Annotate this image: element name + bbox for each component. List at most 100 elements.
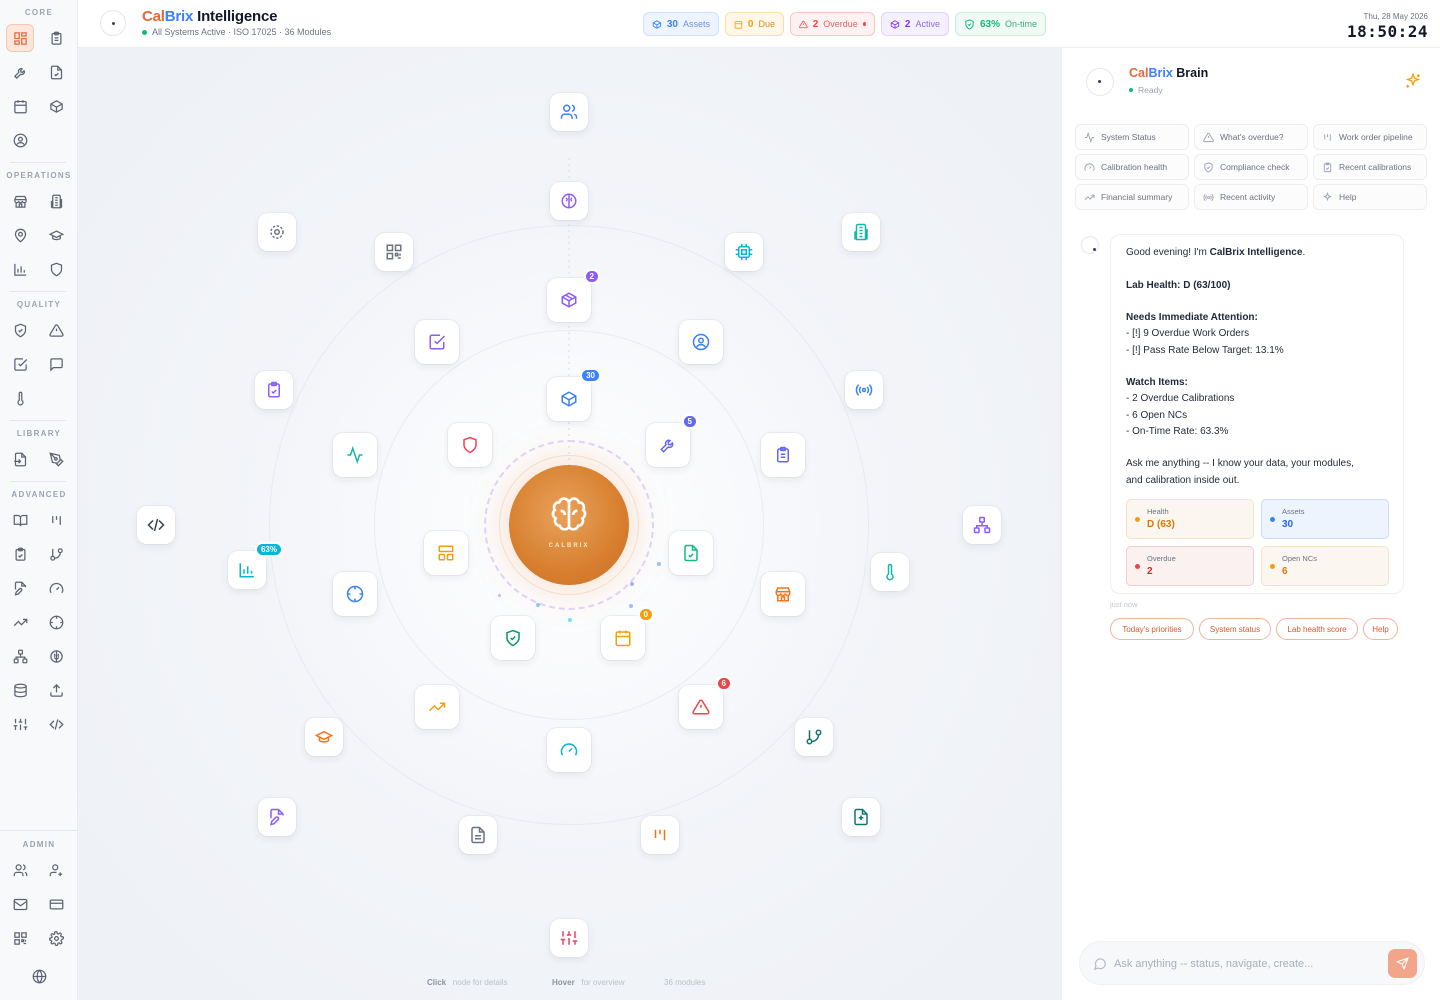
active-chip[interactable]: 2 Active — [881, 12, 949, 36]
node-org-chart[interactable] — [963, 506, 1001, 544]
trending-up-icon[interactable] — [6, 608, 34, 636]
upload-icon[interactable] — [42, 676, 70, 704]
suggestion-todays-priorities[interactable]: Today's priorities — [1110, 618, 1194, 640]
node-tasks[interactable] — [415, 320, 459, 364]
assets-chip[interactable]: 30 Assets — [643, 12, 719, 36]
thermometer-icon[interactable] — [6, 384, 34, 412]
sparkles-icon[interactable] — [1404, 72, 1422, 90]
clipboard-check-icon[interactable] — [6, 540, 34, 568]
node-reports[interactable]: 63% — [228, 542, 283, 589]
node-qr-labels[interactable] — [375, 233, 413, 271]
check-square-icon[interactable] — [6, 350, 34, 378]
node-iot[interactable] — [845, 371, 883, 409]
node-team[interactable] — [550, 93, 588, 131]
node-security[interactable] — [448, 423, 492, 467]
node-trends[interactable] — [415, 685, 459, 729]
node-layout[interactable] — [424, 531, 468, 575]
file-edit-icon[interactable] — [6, 574, 34, 602]
qa-financial-summary[interactable]: Financial summary — [1075, 184, 1189, 210]
node-training[interactable] — [305, 718, 343, 756]
qa-calibration-health[interactable]: Calibration health — [1075, 154, 1189, 180]
node-pipeline[interactable] — [641, 816, 679, 854]
node-maintenance[interactable]: 5 — [646, 414, 698, 467]
node-assets[interactable]: 30 — [547, 368, 601, 421]
shield-icon[interactable] — [42, 255, 70, 283]
qa-recent-calibrations[interactable]: Recent calibrations — [1313, 154, 1427, 180]
gauge-icon[interactable] — [42, 574, 70, 602]
building-icon[interactable] — [42, 187, 70, 215]
node-hardware[interactable] — [725, 233, 763, 271]
pen-tool-icon[interactable] — [42, 445, 70, 473]
node-targets[interactable] — [333, 572, 377, 616]
bar-chart-icon[interactable] — [6, 255, 34, 283]
users-icon[interactable] — [6, 856, 34, 884]
node-settings[interactable] — [258, 213, 296, 251]
overdue-chip[interactable]: 2 Overdue — [790, 12, 875, 36]
wrench-icon[interactable] — [6, 58, 34, 86]
calendar-icon[interactable] — [6, 92, 34, 120]
node-compliance[interactable] — [491, 616, 535, 660]
node-inventory[interactable]: 2 — [547, 269, 600, 322]
suggestion-help[interactable]: Help — [1363, 618, 1398, 640]
file-check-icon[interactable] — [42, 58, 70, 86]
calbrix-core-brain[interactable]: CALBRIX — [509, 465, 629, 585]
suggestion-lab-health-score[interactable]: Lab health score — [1276, 618, 1358, 640]
node-nonconformance[interactable]: 6 — [679, 676, 732, 729]
store-icon[interactable] — [6, 187, 34, 215]
sliders-icon[interactable] — [6, 710, 34, 738]
database-icon[interactable] — [6, 676, 34, 704]
stat-health[interactable]: Health D (63) — [1126, 499, 1254, 539]
node-environment[interactable] — [871, 553, 909, 591]
ask-input[interactable] — [1114, 955, 1374, 973]
globe-icon[interactable] — [25, 962, 53, 990]
shield-check-icon[interactable] — [6, 316, 34, 344]
node-documents[interactable] — [459, 816, 497, 854]
node-checklists[interactable] — [255, 371, 293, 409]
dashboard-icon[interactable] — [6, 24, 34, 52]
kanban-icon[interactable] — [42, 506, 70, 534]
node-forms[interactable] — [258, 798, 296, 836]
message-square-icon[interactable] — [42, 350, 70, 378]
git-branch-icon[interactable] — [42, 540, 70, 568]
brain-icon[interactable] — [42, 642, 70, 670]
send-button[interactable] — [1388, 949, 1417, 978]
qa-recent-activity[interactable]: Recent activity — [1194, 184, 1308, 210]
node-due-schedule[interactable]: 0 — [601, 607, 654, 660]
node-store[interactable] — [761, 572, 805, 616]
stat-overdue[interactable]: Overdue 2 — [1126, 546, 1254, 586]
ontime-chip[interactable]: 63% On-time — [955, 12, 1046, 36]
qa-system-status[interactable]: System Status — [1075, 124, 1189, 150]
credit-card-icon[interactable] — [42, 890, 70, 918]
node-workflows[interactable] — [795, 718, 833, 756]
due-chip[interactable]: 0 Due — [725, 12, 784, 36]
qa-compliance-check[interactable]: Compliance check — [1194, 154, 1308, 180]
user-cog-icon[interactable] — [42, 856, 70, 884]
box-icon[interactable] — [42, 92, 70, 120]
alert-triangle-icon[interactable] — [42, 316, 70, 344]
node-activity[interactable] — [333, 433, 377, 477]
stat-assets[interactable]: Assets 30 — [1261, 499, 1389, 539]
file-import-icon[interactable] — [6, 445, 34, 473]
map-pin-icon[interactable] — [6, 221, 34, 249]
node-api[interactable] — [137, 506, 175, 544]
qr-code-icon[interactable] — [6, 924, 34, 952]
node-configuration[interactable] — [550, 919, 588, 957]
qa-work-order-pipeline[interactable]: Work order pipeline — [1313, 124, 1427, 150]
node-intelligence[interactable] — [550, 182, 588, 220]
node-document-sync[interactable] — [842, 798, 880, 836]
qa-whats-overdue[interactable]: What's overdue? — [1194, 124, 1308, 150]
graduation-cap-icon[interactable] — [42, 221, 70, 249]
mail-icon[interactable] — [6, 890, 34, 918]
suggestion-system-status[interactable]: System status — [1199, 618, 1271, 640]
user-circle-icon[interactable] — [6, 126, 34, 154]
stat-open-ncs[interactable]: Open NCs 6 — [1261, 546, 1389, 586]
node-customers[interactable] — [679, 320, 723, 364]
node-work-orders[interactable] — [761, 433, 805, 477]
network-icon[interactable] — [6, 642, 34, 670]
node-facilities[interactable] — [842, 213, 880, 251]
qa-help[interactable]: Help — [1313, 184, 1427, 210]
code-icon[interactable] — [42, 710, 70, 738]
book-open-icon[interactable] — [6, 506, 34, 534]
crosshair-icon[interactable] — [42, 608, 70, 636]
node-performance[interactable] — [547, 728, 591, 772]
